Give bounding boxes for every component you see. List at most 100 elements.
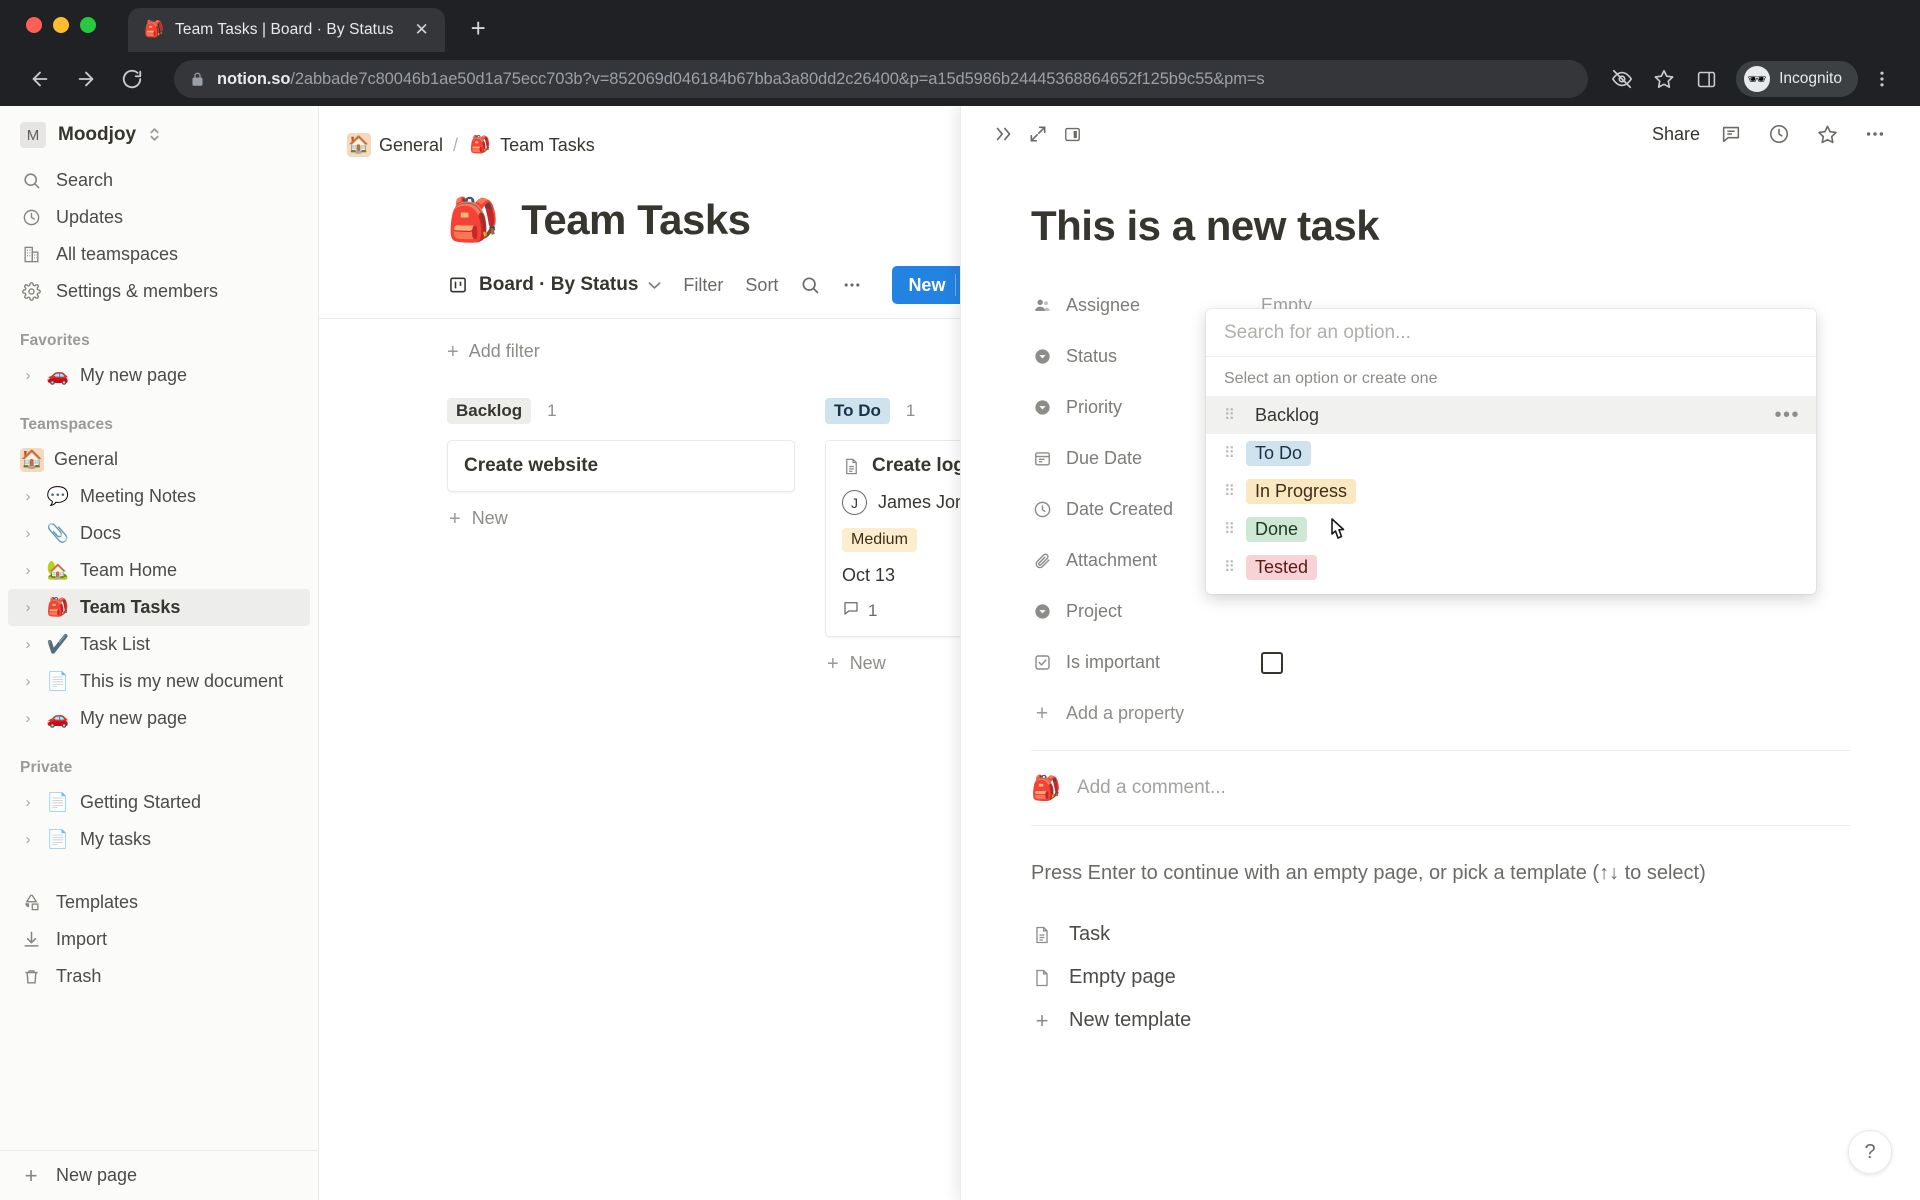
workspace-switcher[interactable]: M Moodjoy [0, 106, 318, 158]
new-page-button[interactable]: + New page [8, 1157, 310, 1194]
dropdown-option-in-progress[interactable]: ⠿ In Progress [1206, 472, 1816, 510]
option-more-icon[interactable]: ••• [1774, 405, 1800, 425]
chevron-right-icon[interactable]: › [20, 599, 36, 616]
star-icon[interactable] [1810, 117, 1844, 151]
sidepeek-icon[interactable] [1055, 117, 1089, 151]
back-icon[interactable] [20, 59, 60, 99]
sidebar-item-label: Trash [56, 966, 102, 986]
drag-handle-icon[interactable]: ⠿ [1224, 560, 1246, 575]
chevron-right-icon[interactable]: › [20, 367, 36, 384]
more-options-icon[interactable] [1858, 117, 1892, 151]
database-emoji-icon[interactable]: 🎒 [447, 199, 499, 241]
sidebar-item-templates[interactable]: Templates [8, 884, 310, 921]
close-window-button[interactable] [26, 17, 42, 33]
avatar: J [842, 490, 867, 515]
property-label: Status [1066, 346, 1118, 366]
template-item-empty-page[interactable]: Empty page [1031, 956, 1850, 999]
sidebar-page-my-new-page-fav[interactable]: › 🚗 My new page [8, 357, 310, 394]
address-bar[interactable]: notion.so/2abbade7c80046b1ae50d1a75ecc70… [174, 60, 1589, 98]
side-panel-icon[interactable] [1688, 61, 1724, 97]
dropdown-option-tested[interactable]: ⠿ Tested [1206, 548, 1816, 586]
add-property-button[interactable]: + Add a property [1031, 688, 1850, 738]
drag-handle-icon[interactable]: ⠿ [1224, 446, 1246, 461]
sidebar-item-settings-members[interactable]: Settings & members [8, 273, 310, 310]
more-options-icon[interactable] [842, 275, 862, 295]
task-title[interactable]: This is a new task [1031, 202, 1850, 250]
tab-close-icon[interactable]: ✕ [411, 20, 433, 40]
forward-icon[interactable] [66, 59, 106, 99]
chevron-right-icon[interactable]: › [20, 525, 36, 542]
card-title: Create log [872, 455, 965, 476]
sidebar-page-meeting-notes[interactable]: › 💬 Meeting Notes [8, 478, 310, 515]
collapse-peek-icon[interactable] [987, 117, 1021, 151]
sidebar-item-all-teamspaces[interactable]: All teamspaces [8, 236, 310, 273]
expand-icon[interactable] [1021, 117, 1055, 151]
hide-password-icon[interactable] [1604, 61, 1640, 97]
search-icon[interactable] [800, 275, 820, 295]
drag-handle-icon[interactable]: ⠿ [1224, 522, 1246, 537]
comment-icon [842, 599, 860, 622]
browser-tab-team-tasks[interactable]: 🎒 Team Tasks | Board · By Status ✕ [128, 8, 445, 52]
sidebar-page-task-list[interactable]: › ✔️ Task List [8, 626, 310, 663]
property-label-project[interactable]: Project [1031, 601, 1261, 623]
board-card[interactable]: Create website [447, 440, 795, 492]
breadcrumb-item-general[interactable]: 🏠 General [347, 133, 443, 157]
sidebar-page-my-new-page[interactable]: › 🚗 My new page [8, 700, 310, 737]
dropdown-search-input[interactable]: Search for an option... [1206, 309, 1816, 357]
bookmark-star-icon[interactable] [1646, 61, 1682, 97]
chevron-right-icon[interactable]: › [20, 710, 36, 727]
dropdown-option-todo[interactable]: ⠿ To Do [1206, 434, 1816, 472]
incognito-profile-button[interactable]: 🕶 Incognito [1736, 61, 1858, 97]
new-page-label: New page [56, 1165, 138, 1185]
property-label-is-important[interactable]: Is important [1031, 652, 1261, 674]
sidebar-page-team-home[interactable]: › 🏡 Team Home [8, 552, 310, 589]
drag-handle-icon[interactable]: ⠿ [1224, 408, 1246, 423]
column-new-card-button[interactable]: + New [447, 508, 795, 529]
sidebar-page-getting-started[interactable]: › 📄 Getting Started [8, 784, 310, 821]
chevron-right-icon[interactable]: › [20, 488, 36, 505]
reload-icon[interactable] [112, 59, 152, 99]
sidebar-item-updates[interactable]: Updates [8, 199, 310, 236]
breadcrumb-separator: / [453, 134, 459, 155]
chevron-right-icon[interactable]: › [20, 673, 36, 690]
comment-input-placeholder[interactable]: Add a comment... [1077, 777, 1226, 799]
help-button[interactable]: ? [1848, 1130, 1892, 1174]
template-item-new-template[interactable]: + New template [1031, 999, 1850, 1042]
share-button[interactable]: Share [1652, 124, 1700, 145]
workspace-avatar: M [20, 122, 46, 148]
comment-icon[interactable] [1714, 117, 1748, 151]
filter-button[interactable]: Filter [683, 275, 723, 296]
sidebar-page-general[interactable]: 🏠 General [8, 441, 310, 478]
maximize-window-button[interactable] [80, 17, 96, 33]
chrome-menu-icon[interactable] [1864, 61, 1900, 97]
sidebar-item-search[interactable]: Search [8, 162, 310, 199]
chevron-right-icon[interactable]: › [20, 794, 36, 811]
is-important-checkbox[interactable] [1261, 651, 1283, 674]
view-selector[interactable]: Board · By Status [447, 274, 661, 296]
sidebar-page-docs[interactable]: › 📎 Docs [8, 515, 310, 552]
sort-button[interactable]: Sort [745, 275, 778, 296]
minimize-window-button[interactable] [53, 17, 69, 33]
column-header[interactable]: Backlog 1 [447, 396, 795, 426]
page-title[interactable]: Team Tasks [521, 196, 751, 244]
sidebar-page-my-new-document[interactable]: › 📄 This is my new document [8, 663, 310, 700]
chevron-right-icon[interactable]: › [20, 636, 36, 653]
sidebar-page-my-tasks[interactable]: › 📄 My tasks [8, 821, 310, 858]
chevron-right-icon[interactable]: › [20, 831, 36, 848]
template-item-task[interactable]: Task [1031, 913, 1850, 956]
add-comment-row[interactable]: 🎒 Add a comment... [1031, 751, 1850, 825]
sidebar-page-label: Task List [80, 634, 151, 654]
dropdown-option-done[interactable]: ⠿ Done [1206, 510, 1816, 548]
template-label: Empty page [1069, 966, 1176, 988]
dropdown-search-placeholder: Search for an option... [1224, 321, 1411, 343]
history-clock-icon[interactable] [1762, 117, 1796, 151]
drag-handle-icon[interactable]: ⠿ [1224, 484, 1246, 499]
sidebar-item-import[interactable]: Import [8, 921, 310, 958]
new-tab-icon[interactable]: + [471, 13, 486, 44]
dropdown-option-backlog[interactable]: ⠿ Backlog ••• [1206, 396, 1816, 434]
page-emoji-icon: ✔️ [46, 634, 70, 654]
sidebar-page-team-tasks[interactable]: › 🎒 Team Tasks [8, 589, 310, 626]
chevron-right-icon[interactable]: › [20, 562, 36, 579]
sidebar-item-trash[interactable]: Trash [8, 958, 310, 995]
breadcrumb-item-team-tasks[interactable]: 🎒 Team Tasks [468, 133, 594, 157]
